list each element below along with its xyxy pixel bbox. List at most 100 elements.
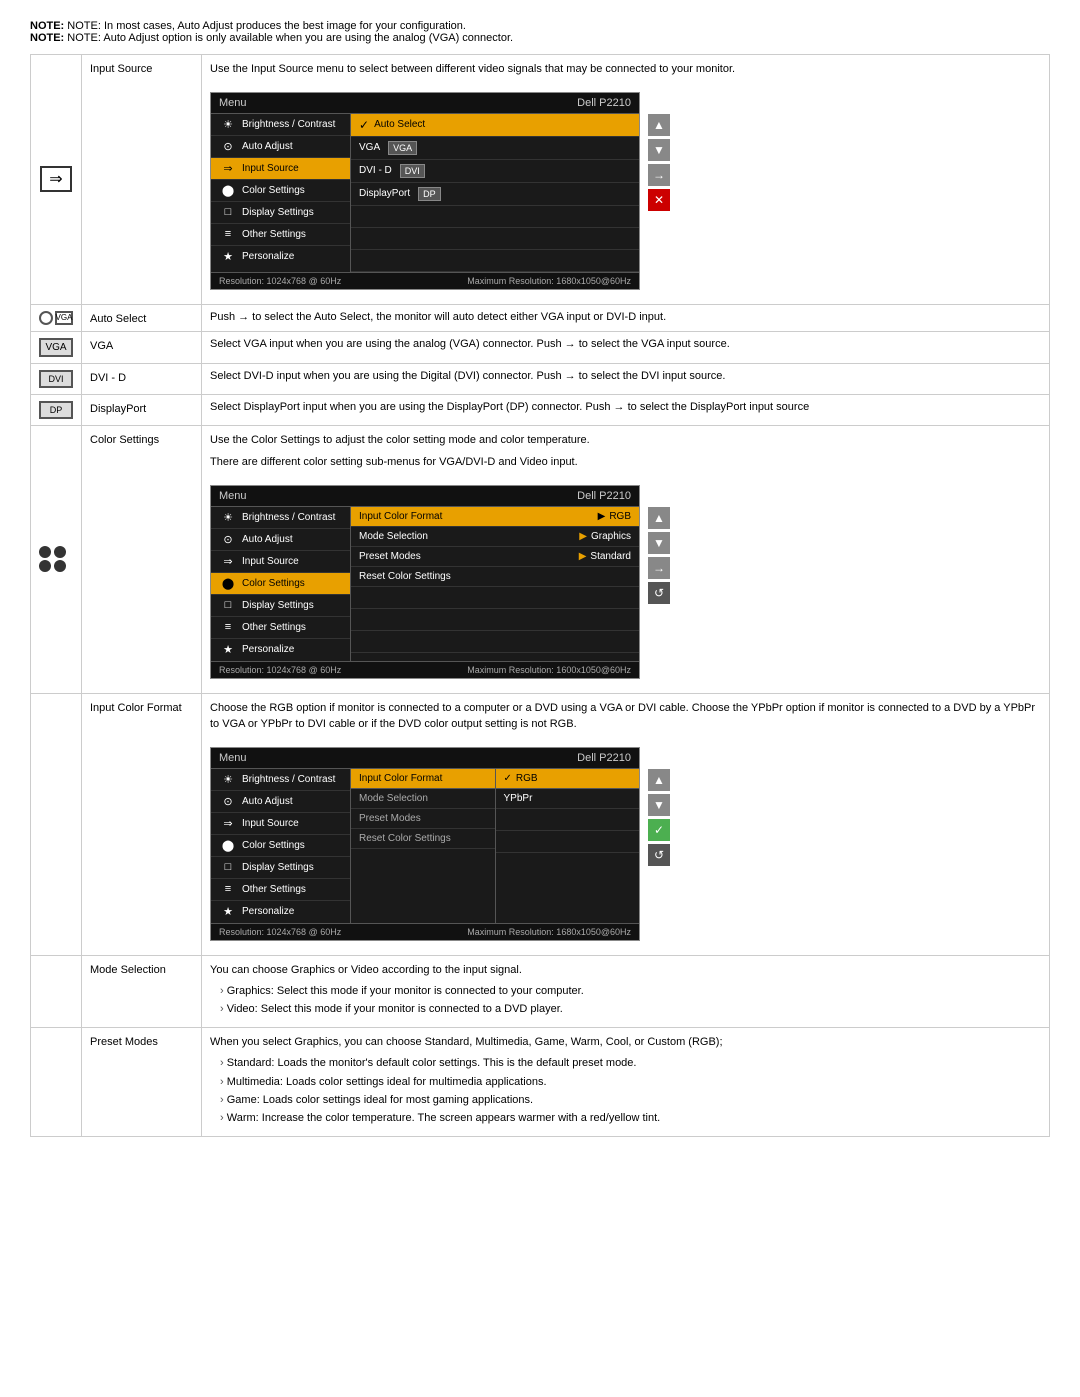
- icf-row[interactable]: Input Color Format ▶ RGB: [351, 507, 639, 527]
- osd-header-cs: Menu Dell P2210: [211, 486, 639, 507]
- osd-os-icf[interactable]: ≡ Other Settings: [211, 879, 350, 901]
- ypbpr-item[interactable]: YPbPr: [496, 789, 640, 809]
- cs-icon-icf: ⬤: [219, 839, 237, 852]
- menu-label-icf: Menu: [219, 752, 247, 764]
- osd-is-icf[interactable]: ⇒ Input Source: [211, 813, 350, 835]
- nav-up-1[interactable]: ▲: [648, 114, 670, 136]
- osd-brightness-contrast-1[interactable]: ☀ Brightness / Contrast: [211, 114, 350, 136]
- aa-icon-icf: ⊙: [219, 795, 237, 808]
- note-block: NOTE: NOTE: In most cases, Auto Adjust p…: [30, 20, 1050, 44]
- osd-cs-cs[interactable]: ⬤ Color Settings: [211, 573, 350, 595]
- ds-label-1: Display Settings: [242, 207, 314, 218]
- rgb-check-icon: ✓: [504, 773, 512, 784]
- auto-adjust-icon-1: ⊙: [219, 140, 237, 153]
- ms-value: Graphics: [591, 531, 631, 542]
- nav-back-cs[interactable]: ↺: [648, 582, 670, 604]
- rgb-item[interactable]: ✓ RGB: [496, 769, 640, 789]
- ds-text-icf: Display Settings: [242, 862, 314, 873]
- osd-aa-cs[interactable]: ⊙ Auto Adjust: [211, 529, 350, 551]
- dvi-connector-img: DVI: [39, 370, 73, 388]
- pm-icon-cell: [31, 1027, 82, 1136]
- input-source-label-cell: Input Source: [82, 55, 202, 305]
- nav-right-1[interactable]: →: [648, 164, 670, 186]
- color-settings-desc2: There are different color setting sub-me…: [210, 454, 1041, 471]
- main-table: ⇒ Input Source Use the Input Source menu…: [30, 54, 1050, 1137]
- icf-empty-1: [496, 809, 640, 831]
- osd-p-icf[interactable]: ★ Personalize: [211, 901, 350, 923]
- color-settings-label: Color Settings: [90, 434, 159, 446]
- cs-text-icf: Color Settings: [242, 840, 305, 851]
- nav-down-1[interactable]: ▼: [648, 139, 670, 161]
- osd-os-cs[interactable]: ≡ Other Settings: [211, 617, 350, 639]
- nav-down-cs[interactable]: ▼: [648, 532, 670, 554]
- vga-text: VGA: [359, 142, 380, 153]
- osd-bc-icf[interactable]: ☀ Brightness / Contrast: [211, 769, 350, 791]
- osd-cs-icf[interactable]: ⬤ Color Settings: [211, 835, 350, 857]
- note-label-2: NOTE:: [30, 32, 64, 44]
- pm-value: Standard: [590, 551, 631, 562]
- ms-content-cell: You can choose Graphics or Video accordi…: [202, 955, 1050, 1027]
- os-icon-icf: ≡: [219, 883, 237, 895]
- dp-section-label: DisplayPort: [90, 403, 146, 415]
- p-label-1: Personalize: [242, 251, 294, 262]
- vga-item[interactable]: VGA VGA: [351, 137, 639, 160]
- bc-text-cs: Brightness / Contrast: [242, 512, 335, 523]
- nav-up-cs[interactable]: ▲: [648, 507, 670, 529]
- menu-label: Menu: [219, 97, 247, 109]
- dvi-d-label-cell: DVI - D: [82, 363, 202, 394]
- input-source-icon: ⇒: [40, 166, 72, 192]
- p-text-icf: Personalize: [242, 906, 294, 917]
- osd-left-input-source: ☀ Brightness / Contrast ⊙ Auto Adjust ⇒ …: [211, 114, 351, 272]
- rcs-row[interactable]: Reset Color Settings: [351, 567, 639, 587]
- osd-input-source-item-1[interactable]: ⇒ Input Source: [211, 158, 350, 180]
- osd-display-settings-1[interactable]: □ Display Settings: [211, 202, 350, 224]
- osd-is-cs[interactable]: ⇒ Input Source: [211, 551, 350, 573]
- dp-content-cell: Select DisplayPort input when you are us…: [202, 394, 1050, 425]
- nav-up-icf[interactable]: ▲: [648, 769, 670, 791]
- ms-row[interactable]: Mode Selection ▶ Graphics: [351, 527, 639, 547]
- osd-p-cs[interactable]: ★ Personalize: [211, 639, 350, 661]
- auto-select-item[interactable]: ✓ Auto Select: [351, 114, 639, 137]
- osd-footer-cs: Resolution: 1024x768 @ 60Hz Maximum Reso…: [211, 661, 639, 678]
- pm-row[interactable]: Preset Modes ▶ Standard: [351, 547, 639, 567]
- osd-icf-wrapper: Menu Dell P2210 ☀ Brightness / Contrast: [210, 739, 640, 949]
- dvi-d-desc: Select DVI-D input when you are using th…: [210, 370, 725, 382]
- dp-icon-cell: DP: [31, 394, 82, 425]
- osd-aa-icf[interactable]: ⊙ Auto Adjust: [211, 791, 350, 813]
- auto-select-icon-cell: VGA: [31, 304, 82, 331]
- cs-empty-3: [351, 631, 639, 653]
- osd-color-settings: Menu Dell P2210 ☀ Brightness / Contrast: [210, 485, 640, 679]
- nav-arrows-cs: ▲ ▼ → ↺: [648, 507, 670, 604]
- osd-ds-cs[interactable]: □ Display Settings: [211, 595, 350, 617]
- nav-right-cs[interactable]: →: [648, 557, 670, 579]
- footer-max-1: Maximum Resolution: 1680x1050@60Hz: [467, 276, 631, 286]
- pm-sub-item-2: Multimedia: Loads color settings ideal f…: [220, 1075, 1041, 1090]
- osd-bc-cs[interactable]: ☀ Brightness / Contrast: [211, 507, 350, 529]
- page-container: NOTE: NOTE: In most cases, Auto Adjust p…: [0, 0, 1080, 1157]
- osd-left-icf: ☀ Brightness / Contrast ⊙ Auto Adjust ⇒ …: [211, 769, 351, 923]
- pm-sub-list: Standard: Loads the monitor's default co…: [210, 1056, 1041, 1127]
- osd-left-cs: ☀ Brightness / Contrast ⊙ Auto Adjust ⇒ …: [211, 507, 351, 661]
- osd-personalize-1[interactable]: ★ Personalize: [211, 246, 350, 268]
- os-text-icf: Other Settings: [242, 884, 306, 895]
- nav-close-1[interactable]: ✕: [648, 189, 670, 211]
- display-icon-1: □: [219, 206, 237, 218]
- nav-arrows-1: ▲ ▼ → ✕: [648, 114, 670, 211]
- dvi-d-item[interactable]: DVI - D DVI: [351, 160, 639, 183]
- os-label-1: Other Settings: [242, 229, 306, 240]
- osd-color-settings-1[interactable]: ⬤ Color Settings: [211, 180, 350, 202]
- osd-ds-icf[interactable]: □ Display Settings: [211, 857, 350, 879]
- input-source-menu-icon-1: ⇒: [219, 162, 237, 175]
- aa-text-icf: Auto Adjust: [242, 796, 293, 807]
- nav-down-icf[interactable]: ▼: [648, 794, 670, 816]
- nav-back-icf[interactable]: ↺: [648, 844, 670, 866]
- is-icon-icf: ⇒: [219, 817, 237, 830]
- icf-empty-2: [496, 831, 640, 853]
- osd-other-settings-1[interactable]: ≡ Other Settings: [211, 224, 350, 246]
- nav-check-icf[interactable]: ✓: [648, 819, 670, 841]
- color-settings-icon: [39, 546, 67, 572]
- osd-auto-adjust-1[interactable]: ⊙ Auto Adjust: [211, 136, 350, 158]
- nav-arrows-icf: ▲ ▼ ✓ ↺: [648, 769, 670, 866]
- icf-sub-left: Input Color Format Mode Selection Preset…: [351, 769, 496, 923]
- displayport-item[interactable]: DisplayPort DP: [351, 183, 639, 206]
